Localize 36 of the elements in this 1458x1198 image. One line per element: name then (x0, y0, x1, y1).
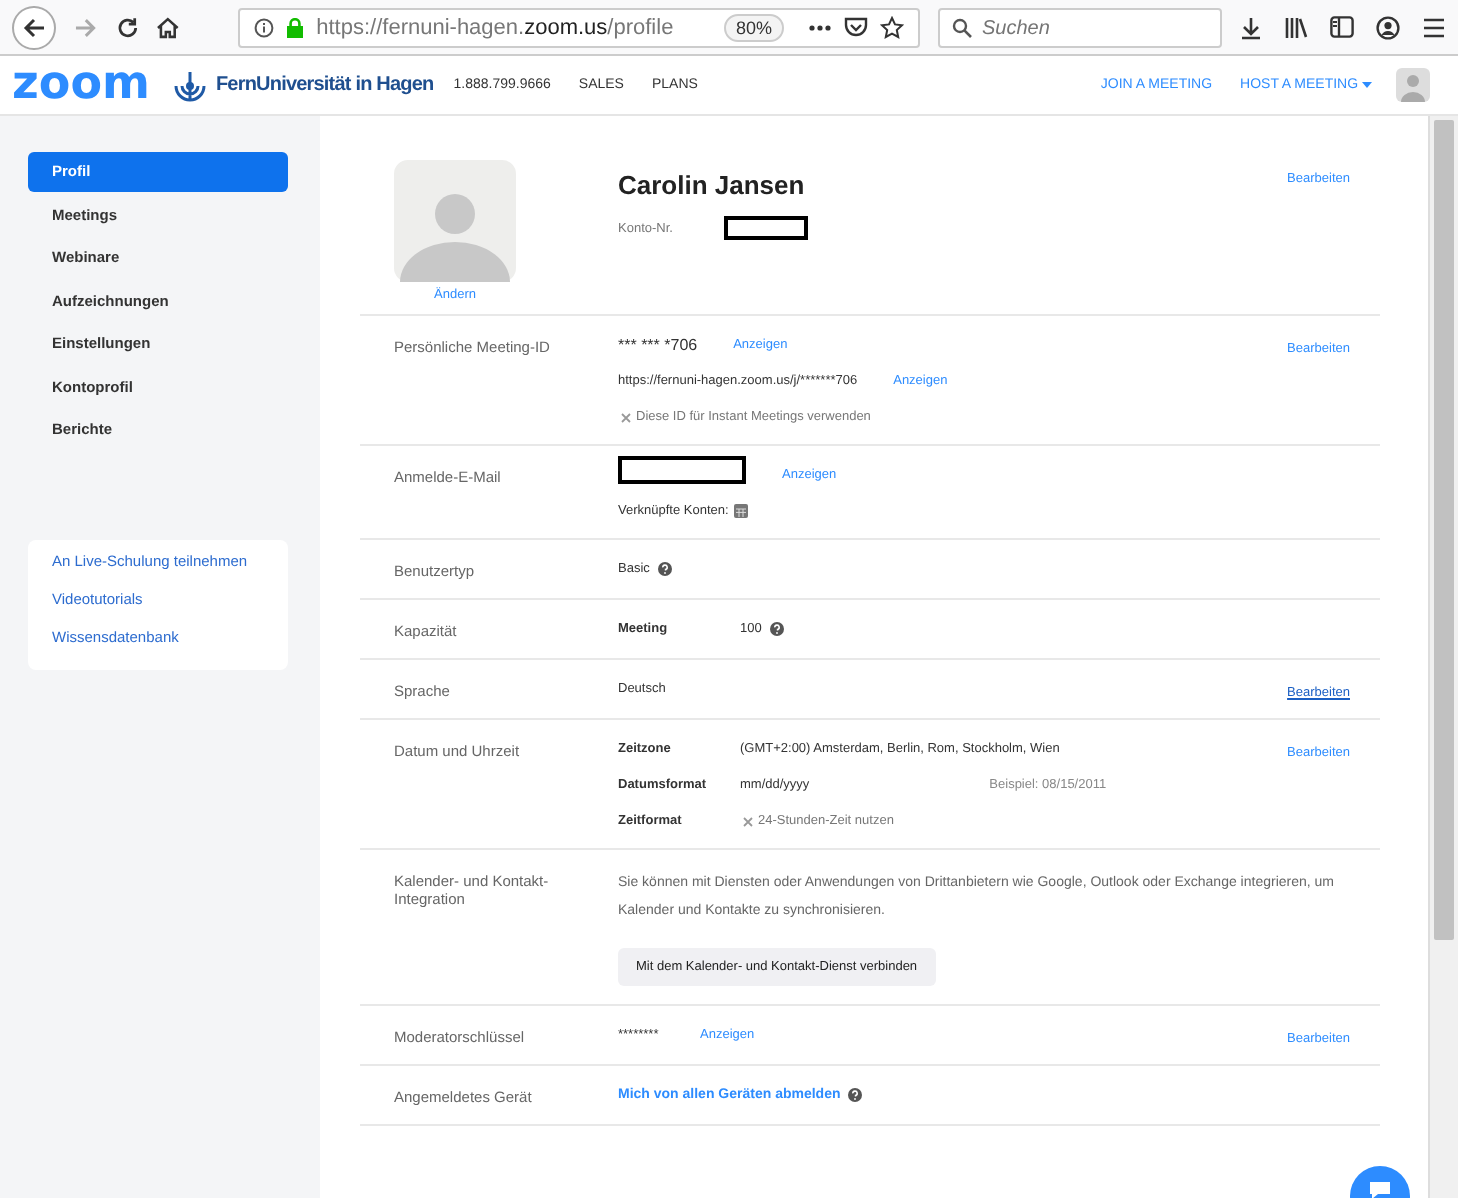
account-icon[interactable] (1376, 15, 1400, 39)
avatar-placeholder (394, 160, 516, 282)
zoom-level[interactable]: 80% (723, 13, 784, 41)
field-value: *** *** *706 (618, 336, 698, 354)
help-icon[interactable] (657, 562, 672, 576)
library-icon[interactable] (1284, 16, 1308, 38)
menu-icon[interactable] (1422, 17, 1446, 37)
calendar-icon (734, 504, 749, 518)
info-icon (254, 17, 275, 37)
search-icon (952, 17, 972, 37)
more-icon[interactable] (808, 23, 832, 31)
sidebar-icon[interactable] (1330, 16, 1354, 38)
help-icon[interactable] (769, 622, 784, 636)
user-name: Carolin Jansen (618, 170, 805, 200)
help-icon[interactable] (848, 1088, 863, 1102)
back-button[interactable] (12, 5, 56, 49)
search-field[interactable]: Suchen (938, 8, 1222, 48)
redaction-box (724, 216, 808, 240)
pocket-icon[interactable] (844, 16, 868, 38)
url-text: https://fernuni-hagen.zoom.us/profile (316, 15, 676, 39)
reload-icon[interactable] (115, 15, 139, 39)
option-checkbox[interactable] (740, 814, 754, 828)
download-icon[interactable] (1240, 15, 1262, 39)
star-icon[interactable] (880, 15, 904, 39)
lock-icon (286, 17, 305, 37)
chat-icon (1368, 1180, 1392, 1198)
university-name: FernUniversität in Hagen (215, 74, 434, 96)
address-bar[interactable]: https://fernuni-hagen.zoom.us/profile 80% (238, 7, 920, 47)
redaction-box (618, 456, 746, 484)
scrollbar[interactable] (1428, 116, 1458, 1198)
university-logo-icon (169, 67, 210, 103)
home-icon[interactable] (156, 15, 181, 39)
back-arrow-icon (21, 15, 46, 39)
caret-icon (1362, 82, 1372, 88)
zoom-logo[interactable]: zoom (12, 62, 150, 108)
option-checkbox[interactable] (618, 410, 632, 424)
